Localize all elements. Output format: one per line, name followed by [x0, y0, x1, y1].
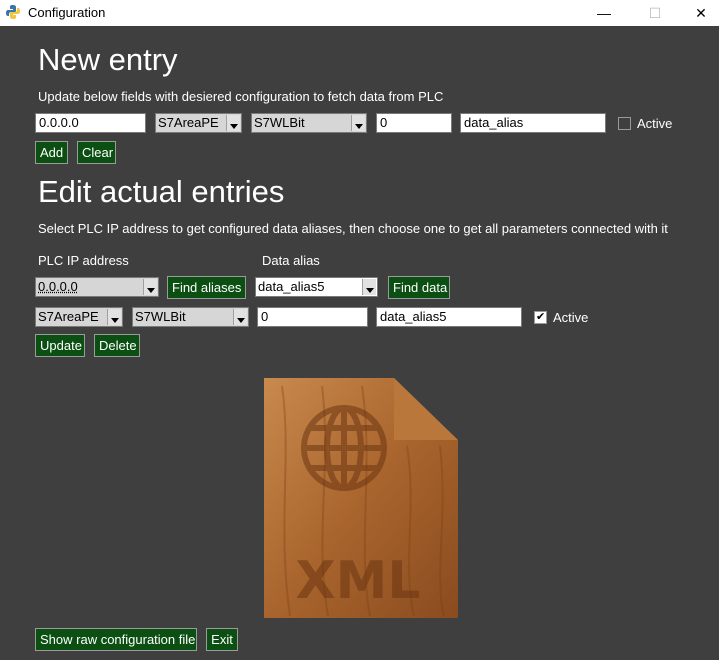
data-alias-label: Data alias [262, 253, 320, 268]
xml-file-icon: XML [264, 378, 458, 618]
show-raw-config-button[interactable]: Show raw configuration file [35, 628, 197, 651]
xml-label: XML [296, 551, 421, 611]
edit-ip-select[interactable]: 0.0.0.0 [35, 277, 159, 297]
new-area-select[interactable]: S7AreaPE [155, 113, 242, 133]
edit-entries-heading: Edit actual entries [38, 174, 285, 209]
edit-offset-field[interactable]: 0 [257, 307, 368, 327]
find-data-button[interactable]: Find data [388, 276, 450, 299]
new-ip-field[interactable]: 0.0.0.0 [35, 113, 146, 133]
edit-active-label: Active [553, 310, 589, 325]
new-wordlen-value: S7WLBit [254, 115, 305, 130]
edit-alias-field[interactable]: data_alias5 [376, 307, 522, 327]
edit-alias-select[interactable]: data_alias5 [255, 277, 378, 297]
new-entry-heading: New entry [38, 42, 178, 77]
new-wordlen-select[interactable]: S7WLBit [251, 113, 367, 133]
edit-wordlen-select[interactable]: S7WLBit [132, 307, 249, 327]
new-area-value: S7AreaPE [158, 115, 219, 130]
update-button[interactable]: Update [35, 334, 85, 357]
edit-area-select[interactable]: S7AreaPE [35, 307, 123, 327]
window-title: Configuration [28, 5, 106, 20]
minimize-button[interactable]: — [581, 0, 627, 26]
new-offset-field[interactable]: 0 [376, 113, 452, 133]
chevron-down-icon[interactable] [143, 279, 157, 295]
new-alias-field[interactable]: data_alias [460, 113, 606, 133]
edit-ip-value: 0.0.0.0 [38, 279, 78, 294]
edit-wordlen-value: S7WLBit [135, 309, 186, 324]
chevron-down-icon[interactable] [351, 115, 365, 131]
maximize-button[interactable]: ☐ [632, 0, 678, 26]
exit-button[interactable]: Exit [206, 628, 238, 651]
title-bar: Configuration — ☐ ✕ [0, 0, 719, 26]
chevron-down-icon[interactable] [226, 115, 240, 131]
edit-entries-description: Select PLC IP address to get configured … [38, 221, 668, 236]
edit-active-checkbox[interactable] [534, 310, 547, 324]
new-entry-description: Update below fields with desiered config… [38, 89, 444, 104]
edit-alias-value: data_alias5 [258, 279, 325, 294]
new-active-label: Active [637, 116, 673, 131]
clear-button[interactable]: Clear [77, 141, 116, 164]
find-aliases-button[interactable]: Find aliases [167, 276, 246, 299]
close-button[interactable]: ✕ [678, 0, 719, 26]
python-icon [6, 5, 20, 19]
chevron-down-icon[interactable] [362, 279, 376, 295]
chevron-down-icon[interactable] [233, 309, 247, 325]
new-active-checkbox[interactable] [618, 117, 631, 130]
edit-area-value: S7AreaPE [38, 309, 99, 324]
plc-ip-label: PLC IP address [38, 253, 129, 268]
add-button[interactable]: Add [35, 141, 68, 164]
delete-button[interactable]: Delete [94, 334, 140, 357]
chevron-down-icon[interactable] [107, 309, 121, 325]
